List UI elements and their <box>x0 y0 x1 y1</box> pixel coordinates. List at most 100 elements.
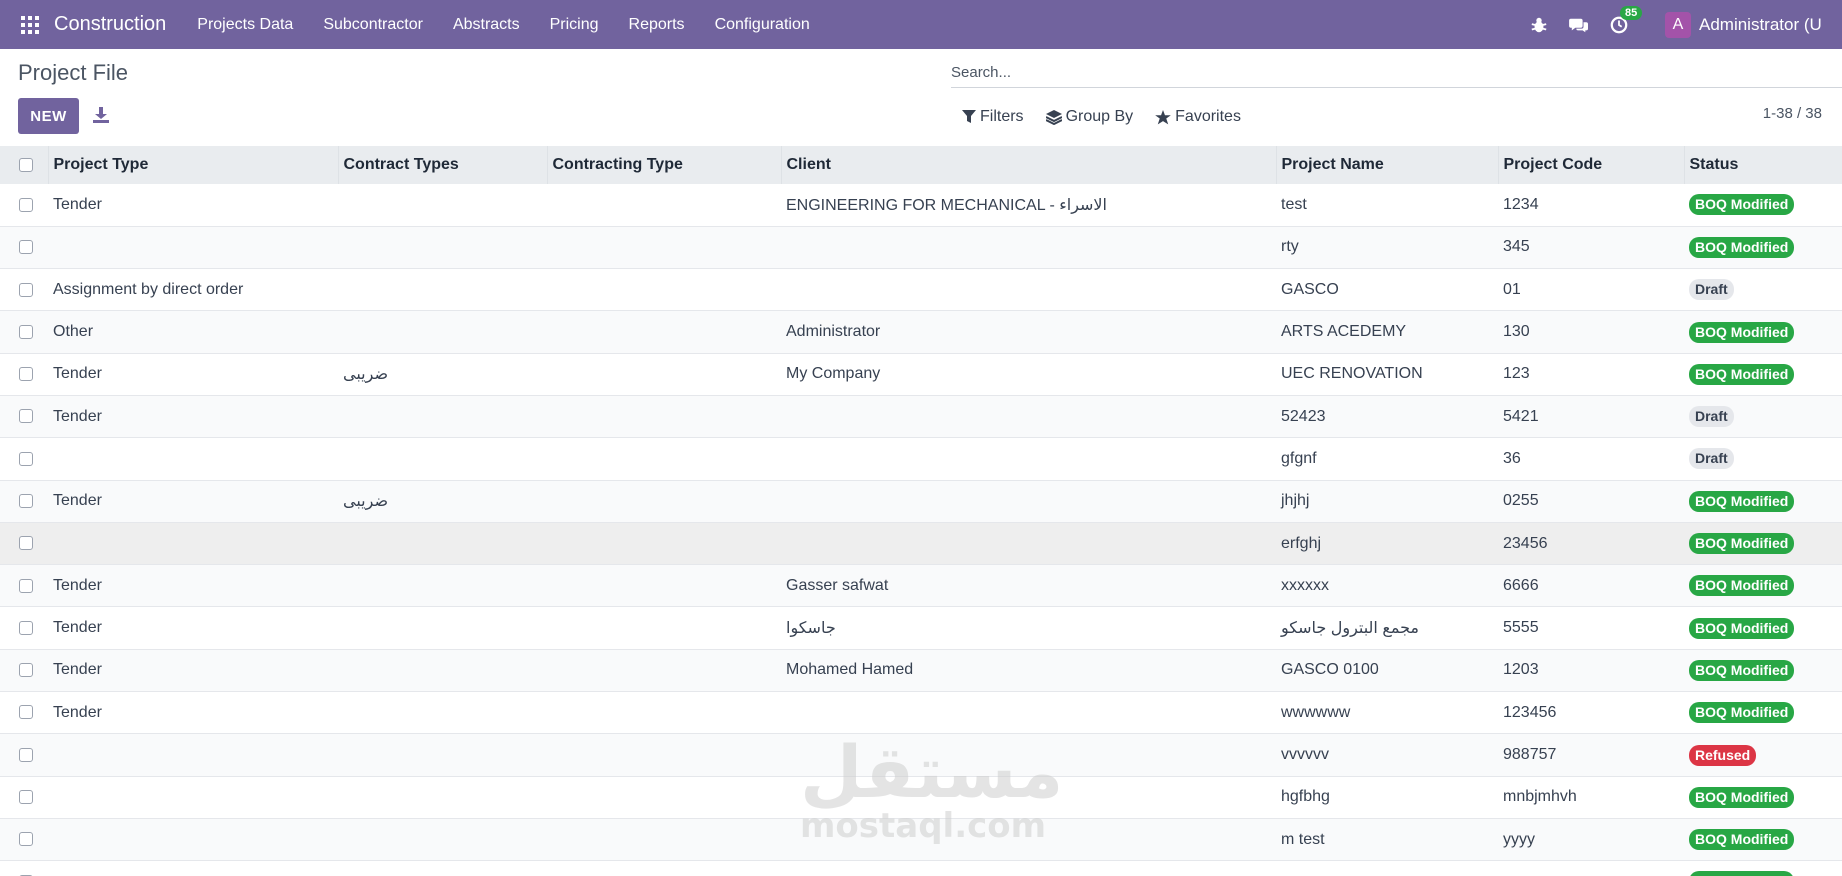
row-checkbox[interactable] <box>19 747 33 762</box>
project-name-cell: vvvvvv <box>1276 733 1498 777</box>
project-code-cell: 988757 <box>1498 733 1684 777</box>
column-header-status[interactable]: Status <box>1684 146 1842 184</box>
status-cell: BOQ Modified <box>1684 226 1842 270</box>
status-badge: Refused <box>1689 744 1757 766</box>
table-row[interactable]: Tender 52423 5421 Draft <box>0 395 1842 439</box>
table-row[interactable]: Tender جاسكوا مجمع البترول جاسكو 5555 BOQ Mo… <box>0 606 1842 650</box>
column-header-project-code[interactable]: Project Code <box>1498 146 1685 184</box>
row-select-cell <box>0 353 48 396</box>
row-checkbox[interactable] <box>19 240 33 255</box>
table-row[interactable]: erfghj 23456 BOQ Modified <box>0 522 1842 566</box>
apps-grid-icon[interactable] <box>20 15 40 35</box>
table-row[interactable]: hgfbhg mnbjmhvh BOQ Modified <box>0 776 1842 819</box>
table-row[interactable]: BOQ Modified <box>0 860 1842 876</box>
row-select-cell <box>0 184 48 227</box>
favorites-button[interactable]: Favorites <box>1155 108 1241 126</box>
column-header-project-name[interactable]: Project Name <box>1276 146 1499 184</box>
table-row[interactable]: Tender ضريبى My Company UEC RENOVATION 123 BO… <box>0 353 1842 396</box>
table-row[interactable]: m test yyyy BOQ Modified <box>0 818 1842 862</box>
column-header-contract-types[interactable]: Contract Types <box>338 146 548 184</box>
column-header-project-type[interactable]: Project Type <box>48 146 339 184</box>
status-cell: Refused <box>1684 733 1842 777</box>
clock-icon[interactable]: 85 <box>1608 5 1643 36</box>
filters-button[interactable]: Filters <box>962 108 1024 126</box>
column-header-client[interactable]: Client <box>781 146 1277 184</box>
row-checkbox[interactable] <box>19 832 33 847</box>
project-type-cell: Tender <box>48 606 338 650</box>
status-cell: BOQ Modified <box>1684 691 1842 735</box>
status-badge: BOQ Modified <box>1689 829 1795 851</box>
group-by-button[interactable]: Group By <box>1045 108 1133 126</box>
project-type-cell: Tender <box>48 691 338 735</box>
project-type-cell: Tender <box>48 564 338 608</box>
status-cell: BOQ Modified <box>1684 310 1842 354</box>
chat-icon[interactable] <box>1568 14 1590 36</box>
status-badge: BOQ Modified <box>1689 575 1795 597</box>
new-button[interactable]: NEW <box>18 98 79 134</box>
project-name-cell: jhjhj <box>1276 480 1498 523</box>
table-row[interactable]: Other Administrator ARTS ACEDEMY 130 BOQ Mod… <box>0 310 1842 354</box>
project-name-cell: gfgnf <box>1276 437 1498 481</box>
row-checkbox[interactable] <box>19 578 33 593</box>
table-row[interactable]: Tender ENGINEERING FOR MECHANICAL - الاسر… <box>0 184 1842 227</box>
row-select-cell <box>0 733 48 777</box>
row-checkbox[interactable] <box>19 324 33 339</box>
row-checkbox[interactable] <box>19 367 33 382</box>
column-header-contracting-type[interactable]: Contracting Type <box>547 146 782 184</box>
status-badge: BOQ Modified <box>1689 321 1795 343</box>
table-row[interactable]: vvvvvv 988757 Refused <box>0 733 1842 777</box>
menu-configuration[interactable]: Configuration <box>700 16 825 34</box>
project-type-cell <box>48 818 338 862</box>
page-title: Project File <box>18 60 129 85</box>
contract-types-cell <box>338 733 547 777</box>
project-code-cell <box>1498 860 1684 876</box>
contract-types-cell <box>338 691 547 735</box>
status-badge: Draft <box>1689 279 1734 301</box>
table-row[interactable]: gfgnf 36 Draft <box>0 437 1842 481</box>
project-type-cell <box>48 733 338 777</box>
search-input[interactable] <box>951 58 1842 86</box>
row-checkbox[interactable] <box>19 536 33 551</box>
app-brand[interactable]: Construction <box>54 13 166 36</box>
pager-value[interactable]: 1-38 / 38 <box>1763 105 1822 122</box>
row-checkbox[interactable] <box>19 451 33 466</box>
menu-reports[interactable]: Reports <box>614 16 700 34</box>
row-checkbox[interactable] <box>19 409 33 424</box>
row-select-cell <box>0 606 48 650</box>
project-code-cell: 345 <box>1498 226 1684 270</box>
row-select-cell <box>0 691 48 735</box>
download-icon[interactable] <box>88 102 114 128</box>
table-row[interactable]: Assignment by direct order GASCO 01 Draft <box>0 268 1842 312</box>
row-checkbox[interactable] <box>19 282 33 297</box>
contract-types-cell <box>338 649 547 693</box>
row-checkbox[interactable] <box>19 197 33 212</box>
project-code-cell: 5421 <box>1498 395 1684 439</box>
menu-subcontractor[interactable]: Subcontractor <box>308 16 438 34</box>
avatar[interactable]: A <box>1665 11 1691 38</box>
status-badge: Draft <box>1689 448 1734 470</box>
user-menu[interactable]: Administrator (U <box>1699 15 1842 35</box>
project-code-cell: 0255 <box>1498 480 1684 523</box>
status-badge: BOQ Modified <box>1689 236 1795 258</box>
project-type-cell: Tender <box>48 184 338 227</box>
client-cell <box>781 733 1276 777</box>
row-checkbox[interactable] <box>19 620 33 635</box>
menu-pricing[interactable]: Pricing <box>535 16 614 34</box>
client-cell <box>781 268 1276 312</box>
select-all-checkbox[interactable] <box>19 157 33 172</box>
row-checkbox[interactable] <box>19 493 33 508</box>
client-cell: ENGINEERING FOR MECHANICAL - الاسراء <box>781 184 1276 227</box>
row-checkbox[interactable] <box>19 663 33 678</box>
table-row[interactable]: Tender Mohamed Hamed GASCO 0100 1203 BOQ Mod… <box>0 649 1842 693</box>
table-row[interactable]: Tender Gasser safwat xxxxxx 6666 BOQ Modifie… <box>0 564 1842 608</box>
table-row[interactable]: Tender wwwwww 123456 BOQ Modified <box>0 691 1842 735</box>
table-row[interactable]: Tender ضريبى jhjhj 0255 BOQ Modified <box>0 480 1842 523</box>
menu-abstracts[interactable]: Abstracts <box>438 16 535 34</box>
row-checkbox[interactable] <box>19 790 33 805</box>
table-row[interactable]: rty 345 BOQ Modified <box>0 226 1842 270</box>
row-checkbox[interactable] <box>19 705 33 720</box>
client-cell <box>781 480 1276 523</box>
client-cell: Mohamed Hamed <box>781 649 1276 693</box>
menu-projects-data[interactable]: Projects Data <box>182 16 308 34</box>
bug-icon[interactable] <box>1528 14 1550 36</box>
